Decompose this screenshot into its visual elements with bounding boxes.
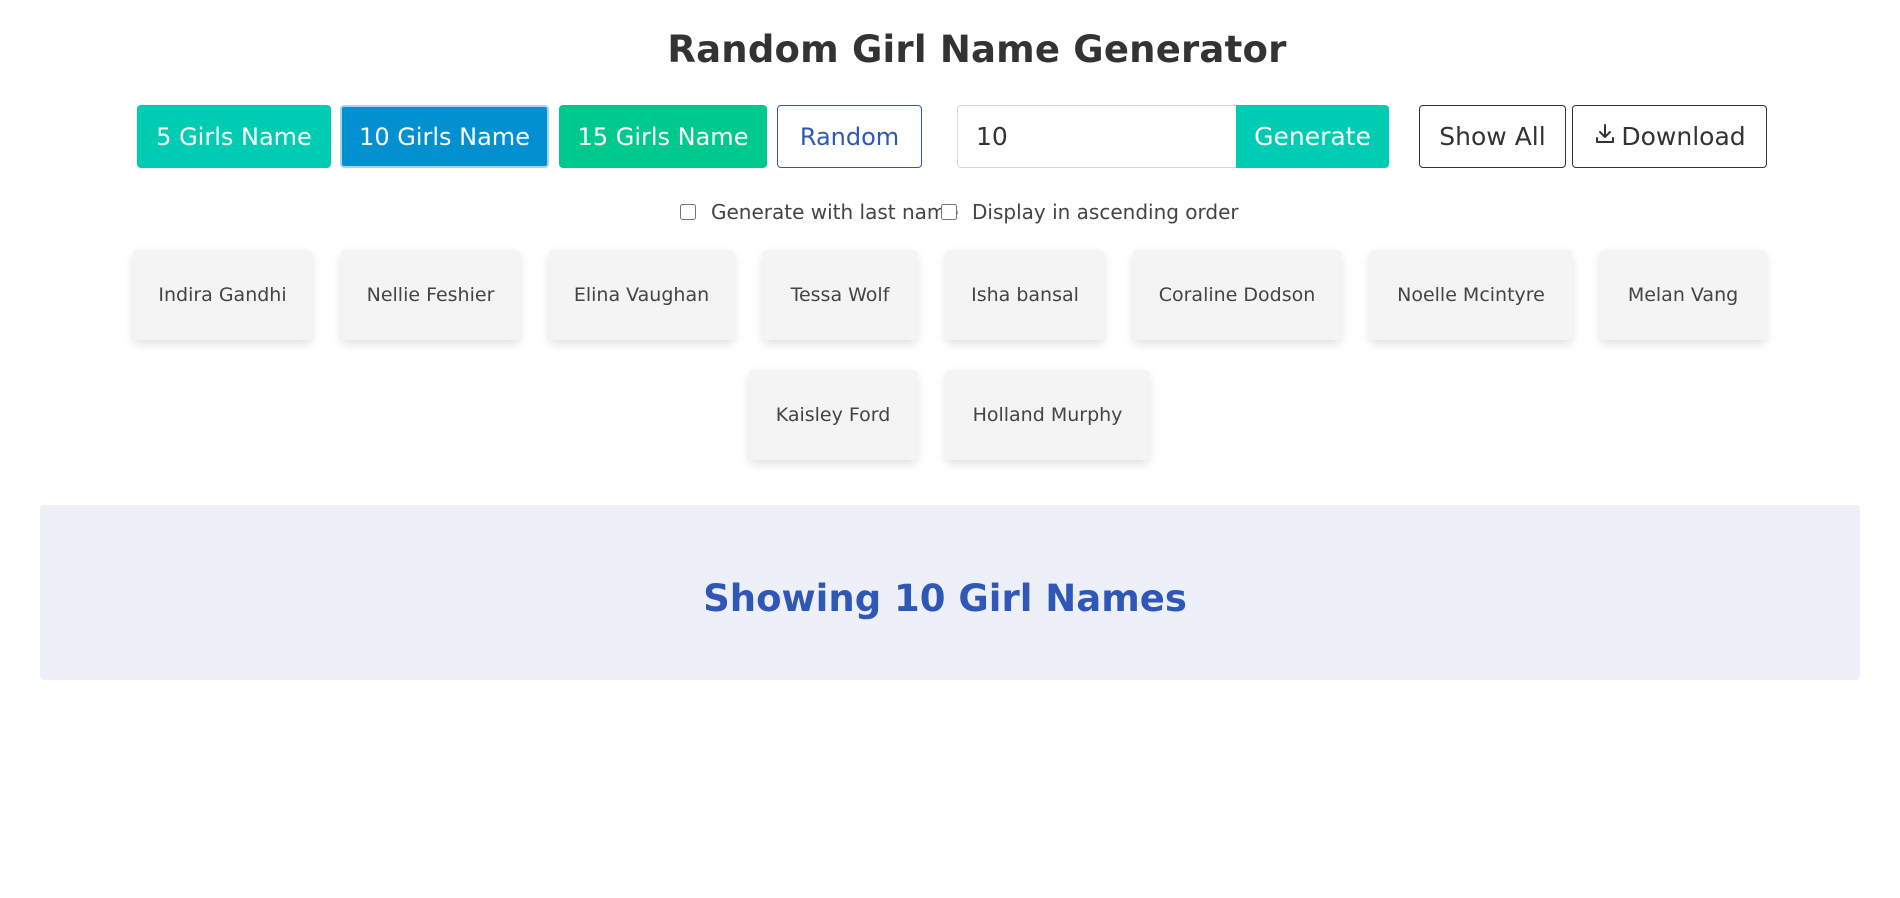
fifteen-girls-name-button[interactable]: 15 Girls Name [559,105,767,168]
ascending-order-checkbox[interactable] [941,204,957,220]
name-card: Holland Murphy [946,370,1149,460]
download-label: Download [1621,122,1746,151]
last-name-label: Generate with last name [711,200,959,224]
name-count-input[interactable] [957,105,1237,168]
results-banner: Showing 10 Girl Names [40,505,1860,680]
last-name-option[interactable]: Generate with last name [680,200,959,224]
name-card: Indira Gandhi [133,250,312,340]
show-all-button[interactable]: Show All [1419,105,1566,168]
download-button[interactable]: Download [1572,105,1767,168]
options-row: Generate with last name Display in ascen… [0,200,1900,228]
name-card: Noelle Mcintyre [1370,250,1572,340]
last-name-checkbox[interactable] [680,204,696,220]
name-card: Melan Vang [1600,250,1766,340]
page-title: Random Girl Name Generator [667,28,1287,71]
five-girls-name-button[interactable]: 5 Girls Name [137,105,331,168]
results-count-heading: Showing 10 Girl Names [703,577,1187,620]
name-card: Tessa Wolf [763,250,917,340]
download-icon [1593,122,1617,152]
name-card: Isha bansal [946,250,1104,340]
name-card: Elina Vaughan [549,250,734,340]
ascending-order-option[interactable]: Display in ascending order [941,200,1239,224]
name-card: Kaisley Ford [749,370,917,460]
name-card: Nellie Feshier [341,250,520,340]
generate-button[interactable]: Generate [1236,105,1389,168]
toolbar: 5 Girls Name 10 Girls Name 15 Girls Name… [0,105,1900,168]
ascending-order-label: Display in ascending order [972,200,1239,224]
ten-girls-name-button[interactable]: 10 Girls Name [340,105,549,168]
name-card: Coraline Dodson [1133,250,1341,340]
random-button[interactable]: Random [777,105,922,168]
